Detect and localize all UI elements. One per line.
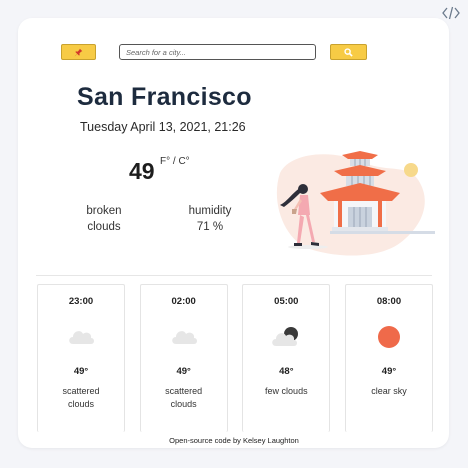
footer: Open-source code by Kelsey Laughton [0, 436, 468, 445]
forecast-temp: 49° [381, 366, 397, 377]
fahrenheit-toggle[interactable]: F° [160, 156, 170, 167]
celsius-toggle[interactable]: C° [178, 156, 189, 167]
weather-description-line1: broken [86, 205, 122, 217]
forecast-temp: 49° [176, 366, 191, 377]
unit-toggle: F° / C° [160, 156, 190, 167]
forecast-card: 02:00 49° scattered clouds [139, 284, 228, 432]
footer-author: by Kelsey Laughton [230, 436, 299, 445]
current-datetime: Tuesday April 13, 2021, 21:26 [80, 120, 246, 134]
code-icon[interactable] [442, 6, 460, 20]
forecast-temp: 48° [279, 366, 294, 377]
weather-card: San Francisco Tuesday April 13, 2021, 21… [18, 18, 449, 448]
sun-icon [377, 326, 400, 348]
location-button[interactable] [61, 44, 96, 60]
forecast-desc: scattered clouds [165, 386, 203, 409]
pagoda-illustration [276, 151, 435, 256]
hourly-forecast: 23:00 49° scattered clouds 02:00 49° sca… [37, 284, 433, 432]
weather-description: broken clouds [84, 203, 124, 235]
forecast-time: 23:00 [68, 296, 94, 307]
city-name: San Francisco [77, 83, 252, 111]
section-divider [36, 275, 432, 276]
forecast-desc: clear sky [371, 386, 407, 396]
cloud-icon [171, 331, 197, 344]
forecast-time: 02:00 [171, 296, 196, 307]
forecast-temp: 49° [73, 366, 89, 377]
search-button[interactable] [330, 44, 367, 60]
source-code-link[interactable]: Open-source code [169, 436, 231, 445]
forecast-time: 08:00 [376, 296, 402, 307]
cloud-icon [69, 331, 94, 344]
city-search-input[interactable] [119, 44, 316, 60]
search-icon [344, 47, 353, 57]
humidity-value: 71 % [196, 221, 224, 233]
forecast-desc: few clouds [265, 386, 308, 396]
forecast-time: 05:00 [274, 296, 299, 307]
pin-icon [74, 48, 83, 56]
forecast-card: 23:00 49° scattered clouds [37, 284, 125, 432]
humidity-label: humidity [188, 205, 232, 217]
weather-description-line2: clouds [87, 221, 121, 233]
current-temperature: 49 [129, 158, 155, 184]
forecast-card: 05:00 48° few clouds [242, 284, 331, 432]
forecast-desc: scattered clouds [62, 386, 100, 409]
humidity: humidity 71 % [184, 203, 236, 235]
few-clouds-icon [272, 327, 299, 346]
forecast-card: 08:00 49° clear sky [344, 284, 433, 432]
